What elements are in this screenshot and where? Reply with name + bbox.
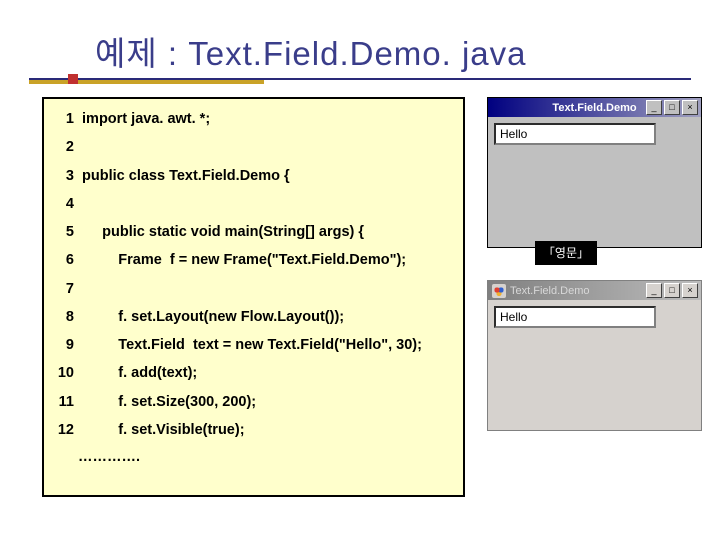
window-titlebar: Text.Field.Demo _ □ × [488,98,701,117]
code-line: 7 [48,275,459,303]
line-number: 8 [48,303,74,331]
code-line: 6 Frame f = new Frame("Text.Field.Demo")… [48,246,459,274]
window-titlebar: Text.Field.Demo _ □ × [488,281,701,300]
line-number: 1 [48,105,74,133]
title-underline [29,78,691,84]
code-line: 5 public static void main(String[] args)… [48,218,459,246]
line-number: 2 [48,133,74,161]
window-title: Text.Field.Demo [510,285,589,297]
underline-bullet-icon [68,74,78,84]
window-body: Hello [488,300,701,430]
slide-root: 예제 : Text.Field.Demo. java 1 import java… [0,0,720,540]
close-icon: × [682,100,698,115]
window-title: Text.Field.Demo [552,102,636,114]
textfield-input: Hello [494,306,656,328]
line-number: 10 [48,359,74,387]
code-line: 1 import java. awt. *; [48,105,459,133]
line-number: 4 [48,190,74,218]
code-ellipsis: …………. [48,444,459,472]
code-text: f. set.Visible(true); [78,416,245,444]
line-number: 6 [48,246,74,274]
textfield-input: Hello [494,123,656,145]
code-text: Frame f = new Frame("Text.Field.Demo"); [78,246,406,274]
line-number: 12 [48,416,74,444]
window-controls: _ □ × [646,283,698,298]
code-text: Text.Field text = new Text.Field("Hello"… [78,331,422,359]
line-number: 5 [48,218,74,246]
code-line: 4 [48,190,459,218]
window-body: Hello [488,117,701,247]
screenshot-window-1: Text.Field.Demo _ □ × Hello [487,97,702,248]
code-line: 11 f. set.Size(300, 200); [48,388,459,416]
underline-gold [29,80,264,84]
code-line: 10 f. add(text); [48,359,459,387]
line-number: 9 [48,331,74,359]
line-number: 11 [48,388,74,416]
code-line: 3 public class Text.Field.Demo { [48,162,459,190]
line-number: 7 [48,275,74,303]
window-controls: _ □ × [646,100,698,115]
code-text: f. set.Layout(new Flow.Layout()); [78,303,344,331]
code-line: 8 f. set.Layout(new Flow.Layout()); [48,303,459,331]
code-line: 2 [48,133,459,161]
screenshot-window-2: Text.Field.Demo _ □ × Hello [487,280,702,431]
minimize-icon: _ [646,100,662,115]
maximize-icon: □ [664,283,680,298]
java-cup-icon [492,284,506,298]
code-box: 1 import java. awt. *; 2 3 public class … [42,97,465,497]
code-text: f. set.Size(300, 200); [78,388,256,416]
code-line: 12 f. set.Visible(true); [48,416,459,444]
code-text: import java. awt. *; [78,105,210,133]
close-icon: × [682,283,698,298]
code-text: public static void main(String[] args) { [78,218,364,246]
korean-label-tag: 「영문」 [535,241,597,265]
minimize-icon: _ [646,283,662,298]
slide-title: 예제 : Text.Field.Demo. java [95,27,527,75]
maximize-icon: □ [664,100,680,115]
code-text: public class Text.Field.Demo { [78,162,290,190]
line-number: 3 [48,162,74,190]
code-text: f. add(text); [78,359,197,387]
code-line: 9 Text.Field text = new Text.Field("Hell… [48,331,459,359]
